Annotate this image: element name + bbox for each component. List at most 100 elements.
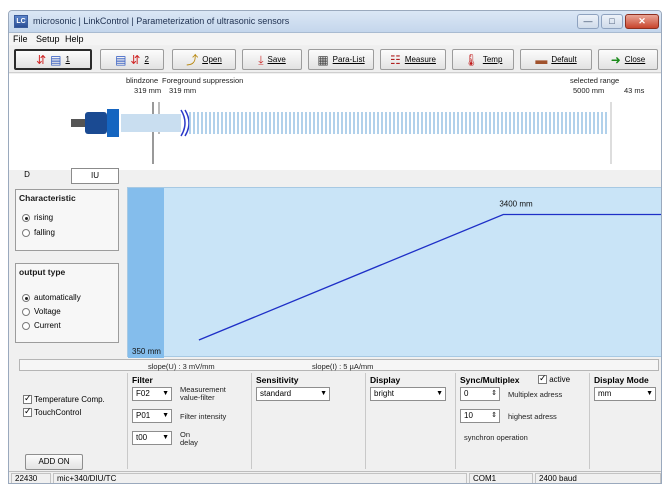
measure-label: Measure <box>404 55 436 64</box>
touchcontrol-label: TouchControl <box>34 408 82 417</box>
measure-button[interactable]: ☷ Measure <box>380 49 446 70</box>
chevron-down-icon: ▼ <box>162 390 169 397</box>
menu-setup[interactable]: Setup <box>36 33 60 45</box>
save-label: Save <box>267 55 286 64</box>
display-mode-select[interactable]: mm ▼ <box>594 387 656 401</box>
toolbar: ⇵ ▤ 1 ▤ ⇵ 2 ⤴ Open ⤓ Save ▦ Para-List ☷ … <box>9 46 661 73</box>
radio-button[interactable] <box>22 213 30 222</box>
sensitivity-select[interactable]: standard ▼ <box>256 387 330 401</box>
output-type-group: output type automatically Voltage Curren… <box>15 263 119 343</box>
sensitivity-title: Sensitivity <box>256 375 299 385</box>
touchcontrol-checkbox[interactable] <box>23 406 32 418</box>
highest-address-label: highest adress <box>508 412 557 421</box>
radio-button[interactable] <box>22 228 30 237</box>
characteristic-title: Characteristic <box>19 193 76 203</box>
on-delay-select[interactable]: t00 ▼ <box>132 431 172 445</box>
filter-title: Filter <box>132 375 153 385</box>
characteristic-group: Characteristic rising falling <box>15 189 119 251</box>
default-button[interactable]: ▬ Default <box>520 49 592 70</box>
on-delay-value: t00 <box>136 433 148 442</box>
slope-current: slope(I) : 5 µA/mm <box>312 362 374 371</box>
display-select[interactable]: bright ▼ <box>370 387 446 401</box>
temp-button[interactable]: 🌡 Temp <box>452 49 514 70</box>
radio-current[interactable]: Current <box>22 321 61 330</box>
temperature-comp-row[interactable]: Temperature Comp. <box>23 393 105 405</box>
sensor-1-button[interactable]: ⇵ ▤ 1 <box>14 49 92 70</box>
chevron-down-icon: ▼ <box>320 390 327 397</box>
radio-button[interactable] <box>22 321 30 330</box>
application-window: LC microsonic | LinkControl | Parameteri… <box>8 10 662 484</box>
slope-bar: slope(U) : 3 mV/mm slope(I) : 5 µA/mm <box>19 359 659 371</box>
touchcontrol-row[interactable]: TouchControl <box>23 406 82 418</box>
measurement-filter-select[interactable]: F02 ▼ <box>132 387 172 401</box>
display-mode-group: Display Mode mm ▼ <box>589 373 661 469</box>
filter-intensity-select[interactable]: P01 ▼ <box>132 409 172 423</box>
close-button[interactable]: ➜ Close <box>598 49 658 70</box>
sensitivity-value: standard <box>260 389 292 398</box>
sync-active-checkbox[interactable] <box>538 373 547 385</box>
radio-voltage[interactable]: Voltage <box>22 307 61 316</box>
sensor-beam-graphic <box>71 102 612 164</box>
radio-button[interactable] <box>22 307 30 316</box>
measurement-filter-value: F02 <box>136 389 150 398</box>
blind-zone-band <box>128 188 164 358</box>
list-icon: ▦ <box>317 52 329 67</box>
open-label: Open <box>202 55 222 64</box>
radio-falling[interactable]: falling <box>22 228 55 237</box>
radio-rising[interactable]: rising <box>22 213 53 222</box>
para-list-button[interactable]: ▦ Para-List <box>308 49 374 70</box>
beam-near <box>121 114 181 132</box>
save-button[interactable]: ⤓ Save <box>242 49 302 70</box>
radio-current-label: Current <box>34 321 61 330</box>
sync-multiplex-title: Sync/Multiplex <box>460 375 520 385</box>
filter-group: Filter F02 ▼ Measurement value-filter P01… <box>127 373 247 469</box>
characteristic-chart: 350 mm 3400 mm <box>127 187 661 358</box>
menu-help[interactable]: Help <box>65 33 84 45</box>
beam-far <box>189 112 607 134</box>
tab-iu[interactable]: IU <box>71 168 119 184</box>
radio-rising-label: rising <box>34 213 54 222</box>
chevron-down-icon: ▼ <box>436 390 443 397</box>
spinner-icon: ⇕ <box>491 412 497 419</box>
tab-d[interactable]: D <box>15 168 39 184</box>
status-bar: 22430 mic+340/DIU/TC COM1 2400 baud <box>9 471 661 483</box>
minimize-button[interactable]: — <box>577 14 599 29</box>
display-group: Display bright ▼ <box>365 373 451 469</box>
sync-active-row[interactable]: active <box>538 373 571 385</box>
characteristic-chart-svg: 350 mm 3400 mm <box>128 188 661 358</box>
sensor-cable <box>71 119 85 127</box>
sensor-icon: ⇵ <box>36 52 47 67</box>
close-label: Close <box>624 55 646 64</box>
multiplex-address-stepper[interactable]: 0 ⇕ <box>460 387 500 401</box>
temp-label: Temp <box>482 55 503 64</box>
display-mode-value: mm <box>598 389 612 398</box>
radio-falling-label: falling <box>34 228 55 237</box>
temperature-comp-label: Temperature Comp. <box>34 395 105 404</box>
status-port: COM1 <box>469 473 533 483</box>
chevron-down-icon: ▼ <box>646 390 653 397</box>
display-mode-title: Display Mode <box>594 375 649 385</box>
filter-intensity-label: Filter intensity <box>180 412 227 421</box>
menu-file[interactable]: File <box>13 33 28 45</box>
sensor-2-button[interactable]: ▤ ⇵ 2 <box>100 49 164 70</box>
status-baud: 2400 baud <box>535 473 661 483</box>
radio-button[interactable] <box>22 293 30 302</box>
status-model: mic+340/DIU/TC <box>53 473 467 483</box>
sync-active-label: active <box>549 375 571 384</box>
measure-icon: ☷ <box>390 52 401 67</box>
open-icon: ⤴ <box>186 52 199 67</box>
sync-multiplex-group: Sync/Multiplex active 0⇕ Multiplex adres… <box>455 373 587 469</box>
window-close-button[interactable]: ✕ <box>625 14 659 29</box>
maximize-button[interactable]: □ <box>601 14 623 29</box>
output-type-title: output type <box>19 267 66 277</box>
save-icon: ⤓ <box>258 52 264 67</box>
sensor-visualization: blindzone Foreground suppression 319 mm … <box>9 74 661 170</box>
ruler-icon: ▬ <box>535 52 548 67</box>
radio-automatically[interactable]: automatically <box>22 293 81 302</box>
highest-address-stepper[interactable]: 10 ⇕ <box>460 409 500 423</box>
open-button[interactable]: ⤴ Open <box>172 49 236 70</box>
temperature-comp-checkbox[interactable] <box>23 393 32 405</box>
add-on-button[interactable]: ADD ON <box>25 454 83 470</box>
thermometer-icon: 🌡 <box>463 52 479 67</box>
spinner-icon: ⇕ <box>491 390 497 397</box>
